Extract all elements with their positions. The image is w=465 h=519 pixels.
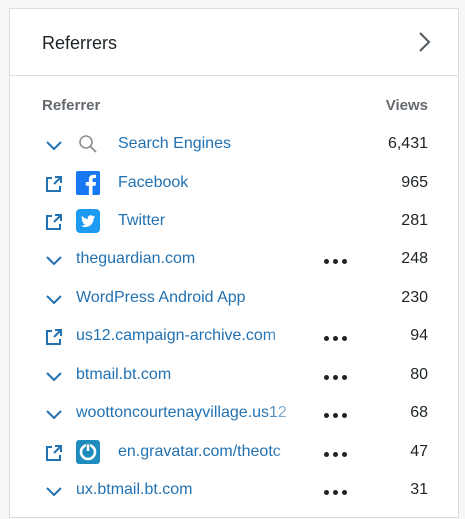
more-options-icon[interactable] (322, 479, 350, 501)
views-count: 965 (401, 174, 428, 191)
views-count: 68 (410, 404, 428, 421)
gravatar-icon (76, 440, 100, 464)
more-options-icon[interactable] (322, 325, 350, 347)
chevron-right-icon[interactable] (415, 31, 433, 53)
views-count: 230 (401, 289, 428, 306)
external-link-icon[interactable] (44, 327, 64, 347)
referrer-row[interactable]: btmail.bt.com 80 (10, 356, 458, 394)
referrer-row[interactable]: Facebook 965 (10, 164, 458, 202)
referrer-link[interactable]: ux.btmail.bt.com (76, 481, 310, 499)
card-header[interactable]: Referrers (10, 9, 458, 76)
referrer-row[interactable]: Search Engines 6,431 (10, 125, 458, 163)
views-count: 6,431 (387, 135, 428, 152)
external-link-icon[interactable] (44, 212, 64, 232)
views-count: 80 (410, 366, 428, 383)
facebook-icon (76, 171, 100, 195)
referrer-row[interactable]: theguardian.com 248 (10, 240, 458, 278)
chevron-down-icon[interactable] (44, 404, 64, 424)
referrer-link[interactable]: woottoncourtenayvillage.us12 (76, 404, 310, 422)
views-count: 248 (401, 250, 428, 267)
chevron-down-icon[interactable] (44, 481, 64, 501)
chevron-down-icon[interactable] (44, 135, 64, 155)
referrer-link[interactable]: btmail.bt.com (76, 366, 310, 384)
referrer-row[interactable]: ux.btmail.bt.com 31 (10, 471, 458, 509)
chevron-down-icon[interactable] (44, 250, 64, 270)
more-options-icon[interactable] (322, 364, 350, 386)
referrer-row[interactable]: en.gravatar.com/theotc 47 (10, 433, 458, 471)
referrer-link[interactable]: Search Engines (118, 135, 231, 153)
chevron-down-icon[interactable] (44, 289, 64, 309)
views-count: 31 (410, 481, 428, 498)
referrers-card: Referrers Referrer Views Search Engines 6… (9, 8, 459, 518)
referrer-row[interactable]: woottoncourtenayvillage.us12 68 (10, 394, 458, 432)
external-link-icon[interactable] (44, 443, 64, 463)
referrer-link[interactable]: WordPress Android App (76, 289, 246, 307)
search-icon (76, 132, 100, 156)
card-title: Referrers (42, 33, 118, 53)
referrer-row[interactable]: Twitter 281 (10, 202, 458, 240)
referrer-link[interactable]: Facebook (118, 174, 188, 192)
more-options-icon[interactable] (322, 402, 350, 424)
views-count: 94 (410, 327, 428, 344)
external-link-icon[interactable] (44, 174, 64, 194)
chevron-down-icon[interactable] (44, 366, 64, 386)
referrer-link[interactable]: us12.campaign-archive.com (76, 327, 310, 345)
more-options-icon[interactable] (322, 248, 350, 270)
referrer-link[interactable]: Twitter (118, 212, 165, 230)
referrer-row[interactable]: WordPress Android App 230 (10, 279, 458, 317)
referrer-link[interactable]: en.gravatar.com/theotc (118, 443, 310, 461)
more-options-icon[interactable] (322, 441, 350, 463)
twitter-icon (76, 209, 100, 233)
column-header-referrer: Referrer (42, 97, 101, 114)
referrer-link[interactable]: theguardian.com (76, 250, 310, 268)
views-count: 47 (410, 443, 428, 460)
referrer-row[interactable]: us12.campaign-archive.com 94 (10, 317, 458, 355)
column-header-views: Views (385, 97, 428, 114)
views-count: 281 (401, 212, 428, 229)
